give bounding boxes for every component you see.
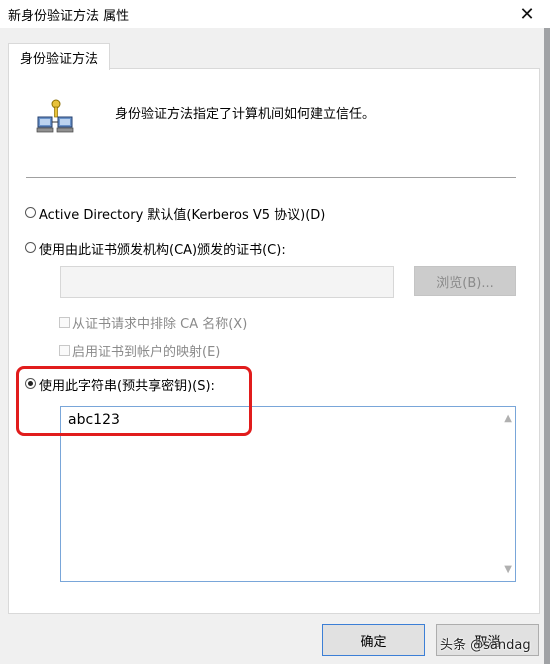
radio-certificate[interactable] [25, 242, 36, 253]
scroll-up-icon[interactable]: ▲ [504, 413, 512, 424]
radio-active-directory[interactable] [25, 207, 36, 218]
radio-label-certificate[interactable]: 使用由此证书颁发机构(CA)颁发的证书(C): [39, 239, 286, 258]
tab-authentication-method[interactable]: 身份验证方法 [8, 43, 110, 70]
annotation-highlight-box [16, 366, 252, 436]
exclude-ca-checkbox[interactable] [59, 317, 70, 328]
title-bar: 新身份验证方法 属性 ✕ [0, 0, 550, 28]
browse-button[interactable]: 浏览(B)... [414, 266, 516, 296]
window-title: 新身份验证方法 属性 [8, 9, 130, 24]
method-description: 身份验证方法指定了计算机间如何建立信任。 [115, 107, 376, 122]
certificate-field[interactable] [60, 266, 394, 298]
separator [26, 177, 516, 178]
cert-mapping-label: 启用证书到帐户的映射(E) [72, 345, 221, 360]
scroll-down-icon[interactable]: ▼ [504, 564, 512, 575]
close-button[interactable]: ✕ [504, 0, 550, 28]
watermark: 头条 @sandag [440, 638, 531, 653]
background-window-edge [544, 28, 550, 664]
close-icon: ✕ [519, 3, 535, 25]
cert-mapping-checkbox[interactable] [59, 345, 70, 356]
exclude-ca-label: 从证书请求中排除 CA 名称(X) [72, 317, 248, 332]
ok-button[interactable]: 确定 [322, 624, 425, 656]
textarea-scrollbar[interactable]: ▲ ▼ [498, 407, 515, 581]
radio-label-active-directory[interactable]: Active Directory 默认值(Kerberos V5 协议)(D) [39, 204, 325, 223]
computers-key-icon [36, 99, 74, 133]
